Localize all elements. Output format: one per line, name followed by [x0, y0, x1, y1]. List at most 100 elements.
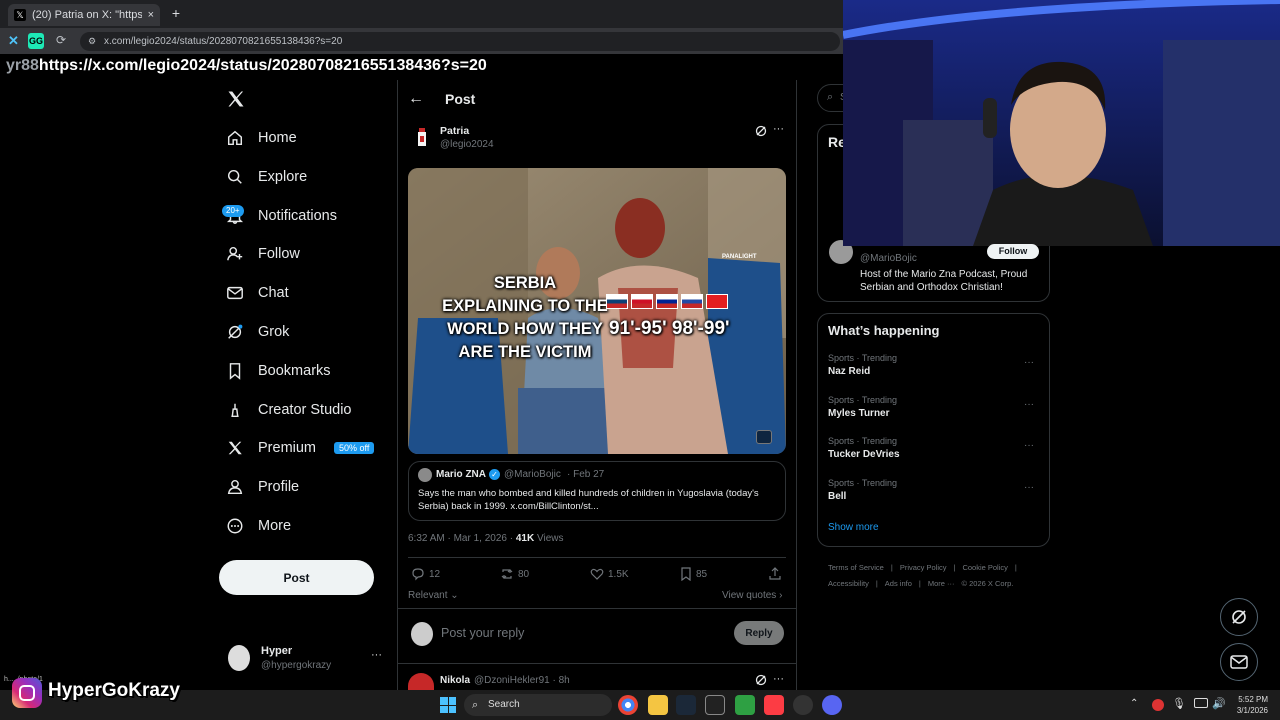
clock[interactable]: 5:52 PM 3/1/2026 — [1232, 694, 1268, 716]
like-action[interactable]: 1.5K — [590, 567, 629, 581]
reply-action[interactable]: 12 — [411, 567, 440, 581]
nav-item-profile[interactable]: Profile — [218, 468, 398, 506]
trend-item[interactable]: Sports · Trending Bell ··· — [828, 478, 1040, 514]
volume-icon[interactable]: 🔊 — [1212, 697, 1226, 710]
nav-item-follow[interactable]: Follow — [218, 235, 398, 273]
grok-icon[interactable] — [755, 125, 767, 137]
nav-item-bookmarks[interactable]: Bookmarks — [218, 352, 398, 390]
browser-tab[interactable]: 𝕏 (20) Patria on X: "https://t.co/2 × — [8, 4, 160, 26]
nav-item-notifications[interactable]: Notifications — [218, 197, 398, 235]
post-image[interactable]: SERBIA EXPLAINING TO THE WORLD HOW THEY … — [408, 168, 786, 454]
chrome-icon[interactable] — [618, 695, 638, 715]
site-info-icon[interactable]: ⚙ — [88, 32, 96, 51]
divider — [397, 80, 398, 690]
nav-item-more[interactable]: More — [218, 507, 398, 545]
footer-link[interactable]: Terms of Service — [828, 563, 884, 572]
reply-author-avatar[interactable] — [408, 673, 434, 690]
file-explorer-icon[interactable] — [648, 695, 668, 715]
back-arrow-icon[interactable]: ← — [408, 90, 424, 108]
profile-handle[interactable]: @MarioBojic — [860, 253, 917, 264]
stream-url-overlay: yr88https://x.com/legio2024/status/20280… — [6, 55, 836, 77]
show-more-link[interactable]: Show more — [828, 522, 879, 533]
trend-more-icon[interactable]: ··· — [1024, 482, 1034, 493]
footer-link[interactable]: More ··· — [928, 579, 955, 588]
follow-button[interactable]: Follow — [987, 244, 1039, 259]
post-button[interactable]: Post — [219, 560, 374, 595]
capcut-icon[interactable] — [705, 695, 725, 715]
reply-input[interactable]: Post your reply — [441, 626, 524, 640]
nav-item-explore[interactable]: Explore — [218, 158, 398, 196]
reply-count: 12 — [429, 568, 441, 580]
bookmark-action[interactable]: 85 — [680, 567, 707, 581]
reload-icon[interactable]: ⟳ — [56, 33, 70, 47]
nav-label: Profile — [258, 479, 300, 496]
nav-item-creator-studio[interactable]: Creator Studio — [218, 391, 398, 429]
footer-link[interactable]: Accessibility — [828, 579, 869, 588]
author-avatar[interactable] — [412, 126, 432, 150]
account-more-icon[interactable]: ··· — [371, 649, 382, 661]
microphone-icon[interactable]: 🎙 — [1172, 697, 1186, 710]
trend-more-icon[interactable]: ··· — [1024, 440, 1034, 451]
nav-item-premium[interactable]: Premium 50% off — [218, 429, 398, 467]
footer-link[interactable]: © 2026 X Corp. — [962, 579, 1014, 588]
reply-button[interactable]: Reply — [734, 621, 784, 645]
footer-link[interactable]: Cookie Policy — [962, 563, 1007, 572]
music-icon[interactable] — [764, 695, 784, 715]
trend-item[interactable]: Sports · Trending Tucker DeVries ··· — [828, 436, 1040, 472]
post-more-icon[interactable]: ··· — [773, 123, 784, 135]
messages-floating-button[interactable] — [1220, 643, 1258, 681]
author-handle[interactable]: @legio2024 — [440, 139, 494, 150]
view-quotes-label: View quotes — [722, 590, 777, 601]
nav-item-home[interactable]: Home — [218, 119, 398, 157]
trend-item[interactable]: Sports · Trending Myles Turner ··· — [828, 395, 1040, 431]
flag-icon — [706, 294, 728, 309]
image-expand-icon[interactable] — [756, 430, 772, 444]
overlay-prefix: yr88 — [6, 57, 39, 74]
url-field[interactable]: ⚙ x.com/legio2024/status/202807082165513… — [80, 32, 840, 51]
grok-icon — [226, 323, 244, 341]
footer-link[interactable]: Privacy Policy — [900, 563, 947, 572]
avatar — [228, 645, 250, 671]
composer-avatar — [411, 622, 433, 646]
grok-icon[interactable] — [755, 674, 767, 686]
extension-icon[interactable]: ✕ — [8, 33, 24, 49]
tray-chevron-icon[interactable]: ⌃ — [1130, 698, 1138, 709]
nav-item-chat[interactable]: Chat — [218, 274, 398, 312]
flag-icon — [656, 294, 678, 309]
steam-icon[interactable] — [676, 695, 696, 715]
bookmark-icon — [226, 362, 244, 380]
reply-author[interactable]: Nikola — [440, 675, 470, 686]
footer-separator: | — [953, 563, 956, 572]
windows-start-icon[interactable] — [440, 697, 456, 713]
taskbar-search[interactable]: ⌕ Search — [464, 694, 612, 716]
nav-item-grok[interactable]: Grok — [218, 313, 398, 351]
view-quotes-link[interactable]: View quotes › — [722, 590, 782, 601]
trend-item[interactable]: Sports · Trending Naz Reid ··· — [828, 353, 1040, 389]
new-tab-button[interactable]: + — [168, 5, 184, 21]
share-icon[interactable] — [768, 567, 782, 581]
repost-action[interactable]: 80 — [500, 567, 529, 581]
reply-more-icon[interactable]: ··· — [773, 673, 784, 685]
sort-dropdown[interactable]: Relevant ⌄ — [408, 590, 459, 601]
trend-more-icon[interactable]: ··· — [1024, 399, 1034, 410]
tab-close-icon[interactable]: × — [148, 9, 154, 21]
network-icon[interactable] — [1194, 698, 1208, 708]
account-switcher[interactable]: Hyper @hypergokrazy ··· — [228, 643, 388, 675]
obs-icon[interactable] — [793, 695, 813, 715]
extension-badge-icon[interactable]: GG — [28, 33, 44, 49]
notifications-badge: 20+ — [222, 205, 244, 217]
footer-link[interactable]: Ads info — [885, 579, 912, 588]
creator-icon — [226, 401, 244, 419]
grok-floating-button[interactable] — [1220, 598, 1258, 636]
app-icon[interactable] — [735, 695, 755, 715]
quoted-post[interactable]: Mario ZNA ✓ @MarioBojic · Feb 27 Says th… — [408, 461, 786, 521]
author-name[interactable]: Patria — [440, 125, 469, 137]
account-handle: @hypergokrazy — [261, 660, 332, 671]
footer-separator: | — [875, 579, 878, 588]
trend-more-icon[interactable]: ··· — [1024, 357, 1034, 368]
discord-icon[interactable] — [822, 695, 842, 715]
reply-handle[interactable]: @DzoniHekler91 · 8h — [474, 675, 570, 686]
divider — [398, 663, 796, 664]
tray-app-icon[interactable] — [1152, 699, 1164, 711]
x-logo-icon[interactable] — [226, 89, 246, 109]
